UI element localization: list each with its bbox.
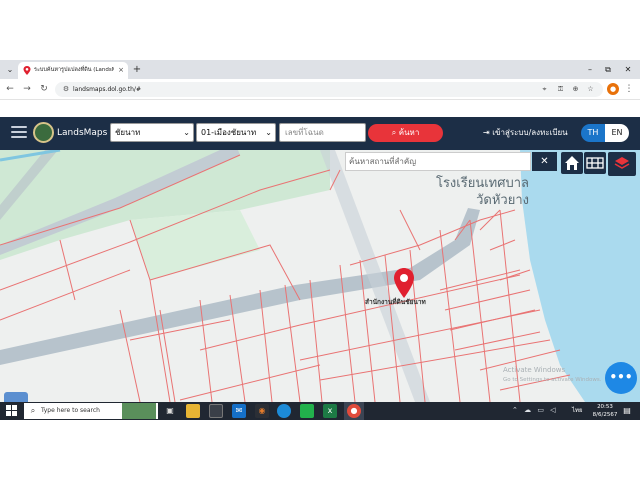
province-select[interactable]: ชัยนาท ⌄ bbox=[110, 123, 194, 142]
grid-icon bbox=[586, 157, 604, 169]
input-language-indicator[interactable]: ไทย bbox=[572, 405, 588, 416]
map-label-school: โรงเรียนเทศบาล วัดหัวยาง bbox=[404, 175, 529, 211]
back-button[interactable]: ← bbox=[4, 83, 16, 95]
school-label-line2: วัดหัวยาง bbox=[476, 193, 529, 208]
district-select[interactable]: 01-เมืองชัยนาท ⌄ bbox=[196, 123, 276, 142]
district-value: 01-เมืองชัยนาท bbox=[201, 128, 257, 137]
key-icon[interactable]: ⚿ bbox=[555, 84, 566, 95]
notification-icon[interactable]: ▤ bbox=[621, 405, 633, 416]
place-search-input[interactable]: ค้นหาสถานที่สำคัญ bbox=[345, 152, 531, 171]
restore-button[interactable]: ⧉ bbox=[602, 64, 614, 76]
language-th-button[interactable]: TH bbox=[581, 124, 605, 142]
profile-avatar[interactable]: ● bbox=[607, 83, 619, 95]
edge-icon[interactable] bbox=[277, 404, 291, 418]
reload-button[interactable]: ↻ bbox=[38, 83, 50, 95]
task-view-icon[interactable]: ▣ bbox=[163, 404, 177, 418]
new-tab-button[interactable]: + bbox=[131, 64, 143, 76]
tab-search-button[interactable]: ⌄ bbox=[4, 64, 16, 76]
clock-time[interactable]: 20:53 bbox=[591, 403, 619, 411]
department-logo bbox=[33, 122, 54, 143]
location-pin-icon[interactable] bbox=[393, 268, 415, 298]
grid-button[interactable] bbox=[584, 152, 606, 174]
close-icon[interactable]: ✕ bbox=[532, 152, 557, 171]
chevron-down-icon: ⌄ bbox=[183, 128, 190, 137]
layers-button[interactable] bbox=[608, 152, 636, 176]
browser-menu-icon[interactable]: ⋮ bbox=[624, 83, 634, 95]
url-text[interactable]: landsmaps.dol.go.th/# bbox=[73, 84, 273, 95]
windows-start-icon[interactable] bbox=[6, 405, 17, 416]
forward-button[interactable]: → bbox=[21, 83, 33, 95]
login-label: เข้าสู่ระบบ/ลงทะเบียน bbox=[492, 128, 568, 137]
star-icon[interactable]: ☆ bbox=[585, 84, 596, 95]
site-info-icon[interactable]: ⚙ bbox=[61, 84, 71, 95]
window-close-button[interactable]: ✕ bbox=[622, 64, 634, 76]
tab-title: ระบบค้นหารูปแปลงที่ดิน (LandsMa... bbox=[34, 67, 114, 73]
brand-name: LandsMaps bbox=[57, 128, 108, 138]
more-options-button[interactable]: ••• bbox=[605, 362, 637, 394]
line-app-icon[interactable] bbox=[300, 404, 314, 418]
school-label-line1: โรงเรียนเทศบาล bbox=[435, 176, 529, 191]
login-icon: ⇥ bbox=[483, 128, 493, 137]
chrome-icon[interactable]: ● bbox=[347, 404, 361, 418]
home-button[interactable] bbox=[561, 152, 583, 174]
layer-switch-tab[interactable] bbox=[4, 392, 28, 402]
minimize-button[interactable]: – bbox=[584, 64, 596, 76]
location-icon[interactable]: ⌖ bbox=[539, 84, 550, 95]
search-button[interactable]: ⌕ ค้นหา bbox=[368, 124, 443, 142]
map-label-land-office: สำนักงานที่ดินชัยนาท bbox=[365, 298, 426, 306]
mail-icon[interactable]: ✉ bbox=[232, 404, 246, 418]
weather-widget[interactable] bbox=[122, 403, 156, 419]
screen: ⌄ ระบบค้นหารูปแปลงที่ดิน (LandsMa... × +… bbox=[0, 0, 640, 480]
login-register-link[interactable]: ⇥ เข้าสู่ระบบ/ลงทะเบียน bbox=[483, 126, 578, 140]
store-icon[interactable] bbox=[209, 404, 223, 418]
activate-windows-subtitle: Go to Settings to activate Windows. bbox=[503, 377, 602, 383]
home-icon bbox=[565, 156, 579, 170]
search-icon: ⌕ bbox=[391, 128, 399, 137]
search-button-label: ค้นหา bbox=[398, 128, 420, 137]
clock-date[interactable]: 8/6/2567 bbox=[589, 411, 621, 419]
layers-icon bbox=[614, 157, 630, 169]
chevron-down-icon: ⌄ bbox=[265, 128, 272, 137]
file-explorer-icon[interactable] bbox=[186, 404, 200, 418]
hamburger-menu-icon[interactable] bbox=[11, 126, 27, 140]
favicon-icon bbox=[23, 66, 31, 75]
zoom-icon[interactable]: ⊕ bbox=[570, 84, 581, 95]
tab-close-button[interactable]: × bbox=[116, 65, 126, 76]
taskbar-search-placeholder[interactable]: Type here to search bbox=[41, 405, 131, 416]
excel-icon[interactable]: x bbox=[323, 404, 337, 418]
media-icon[interactable]: ◉ bbox=[255, 404, 269, 418]
search-icon: ⌕ bbox=[30, 406, 36, 415]
province-value: ชัยนาท bbox=[115, 128, 141, 137]
language-en-button[interactable]: EN bbox=[605, 124, 629, 142]
parcel-number-input[interactable]: เลขที่โฉนด bbox=[279, 123, 366, 142]
